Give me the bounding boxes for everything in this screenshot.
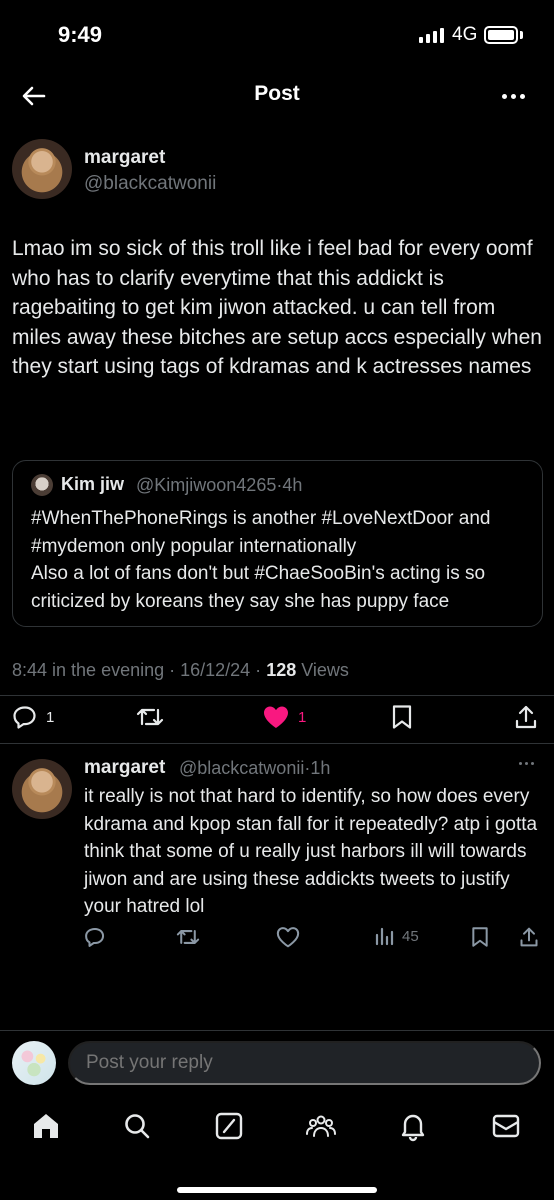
communities-icon[interactable] [305, 1110, 337, 1142]
reply-time: 1h [310, 758, 331, 778]
search-icon[interactable] [121, 1110, 153, 1142]
views-icon [375, 927, 394, 946]
messages-icon[interactable] [490, 1110, 522, 1142]
quote-text: #WhenThePhoneRings is another #LoveNextD… [31, 508, 491, 612]
composer-avatar [12, 1041, 56, 1085]
reply-icon [85, 927, 105, 947]
reply-input[interactable] [68, 1041, 541, 1085]
grok-icon[interactable] [213, 1110, 245, 1142]
status-time: 9:49 [58, 22, 103, 47]
more-options-icon[interactable] [496, 84, 530, 108]
repost-button[interactable] [136, 704, 164, 730]
reply-like-button[interactable] [276, 926, 300, 948]
post-text: Lmao im so sick of this troll like i fee… [12, 237, 542, 378]
home-indicator [177, 1187, 377, 1193]
author-handle[interactable]: @blackcatwonii [84, 173, 216, 195]
reply-avatar[interactable] [12, 759, 72, 819]
home-icon[interactable] [30, 1110, 62, 1142]
heart-icon [276, 927, 300, 948]
reply-meta: @blackcatwonii·1h [179, 758, 330, 779]
share-icon [520, 927, 538, 947]
quote-author-handle: @Kimjiwoon4265 [136, 475, 277, 495]
like-count: 1 [298, 708, 307, 726]
bottom-nav [0, 1096, 554, 1158]
reply-icon [13, 706, 36, 729]
views-label: Views [296, 660, 349, 680]
reply-text: it really is not that hard to identify, … [84, 786, 538, 917]
views-count: 128 [266, 660, 297, 680]
post-timestamp: 8:44 in the evening · 16/12/24 · 128 Vie… [12, 660, 349, 681]
author-name[interactable]: margaret [84, 147, 165, 169]
network-type: 4G [452, 24, 478, 45]
quoted-post[interactable]: Kim jiw @Kimjiwoon4265·4h #WhenThePhoneR… [12, 460, 543, 627]
reply-more-icon[interactable] [519, 762, 534, 765]
heart-filled-icon [264, 706, 288, 728]
reply-repost-button[interactable] [176, 926, 200, 948]
status-bar: 9:49 4G [0, 0, 554, 70]
repost-icon [176, 930, 200, 944]
reply-button[interactable]: 1 [12, 704, 54, 730]
reply-views-count: 45 [402, 927, 419, 945]
quote-avatar [31, 474, 53, 496]
quote-meta: @Kimjiwoon4265·4h [136, 475, 302, 496]
reply-author-name[interactable]: margaret [84, 757, 165, 779]
reply-share-button[interactable] [519, 926, 539, 948]
reply-reply-button[interactable] [84, 926, 106, 948]
timestamp-text: 8:44 in the evening · 16/12/24 · [12, 660, 267, 680]
battery-tip [520, 31, 523, 39]
quote-time: 4h [282, 475, 303, 495]
notifications-icon[interactable] [397, 1110, 429, 1142]
divider [0, 743, 554, 744]
avatar[interactable] [12, 139, 72, 199]
top-bar: Post [0, 70, 554, 122]
reply-composer [0, 1030, 554, 1092]
reply-count: 1 [46, 708, 55, 726]
signal-icon [419, 27, 444, 43]
reply-views-button[interactable]: 45 [374, 926, 419, 946]
bookmark-icon [392, 705, 412, 729]
page-title: Post [254, 82, 300, 105]
battery-icon [484, 26, 518, 44]
like-button[interactable]: 1 [262, 704, 306, 730]
quote-author-name: Kim jiw [61, 474, 125, 494]
repost-icon [136, 708, 164, 726]
share-button[interactable] [514, 704, 538, 730]
reply-author-handle[interactable]: @blackcatwonii [179, 758, 304, 778]
bookmark-button[interactable] [390, 704, 414, 730]
share-icon [515, 705, 537, 729]
bookmark-icon [472, 927, 488, 947]
post-actions: 1 1 [0, 692, 554, 740]
reply-bookmark-button[interactable] [470, 926, 490, 948]
